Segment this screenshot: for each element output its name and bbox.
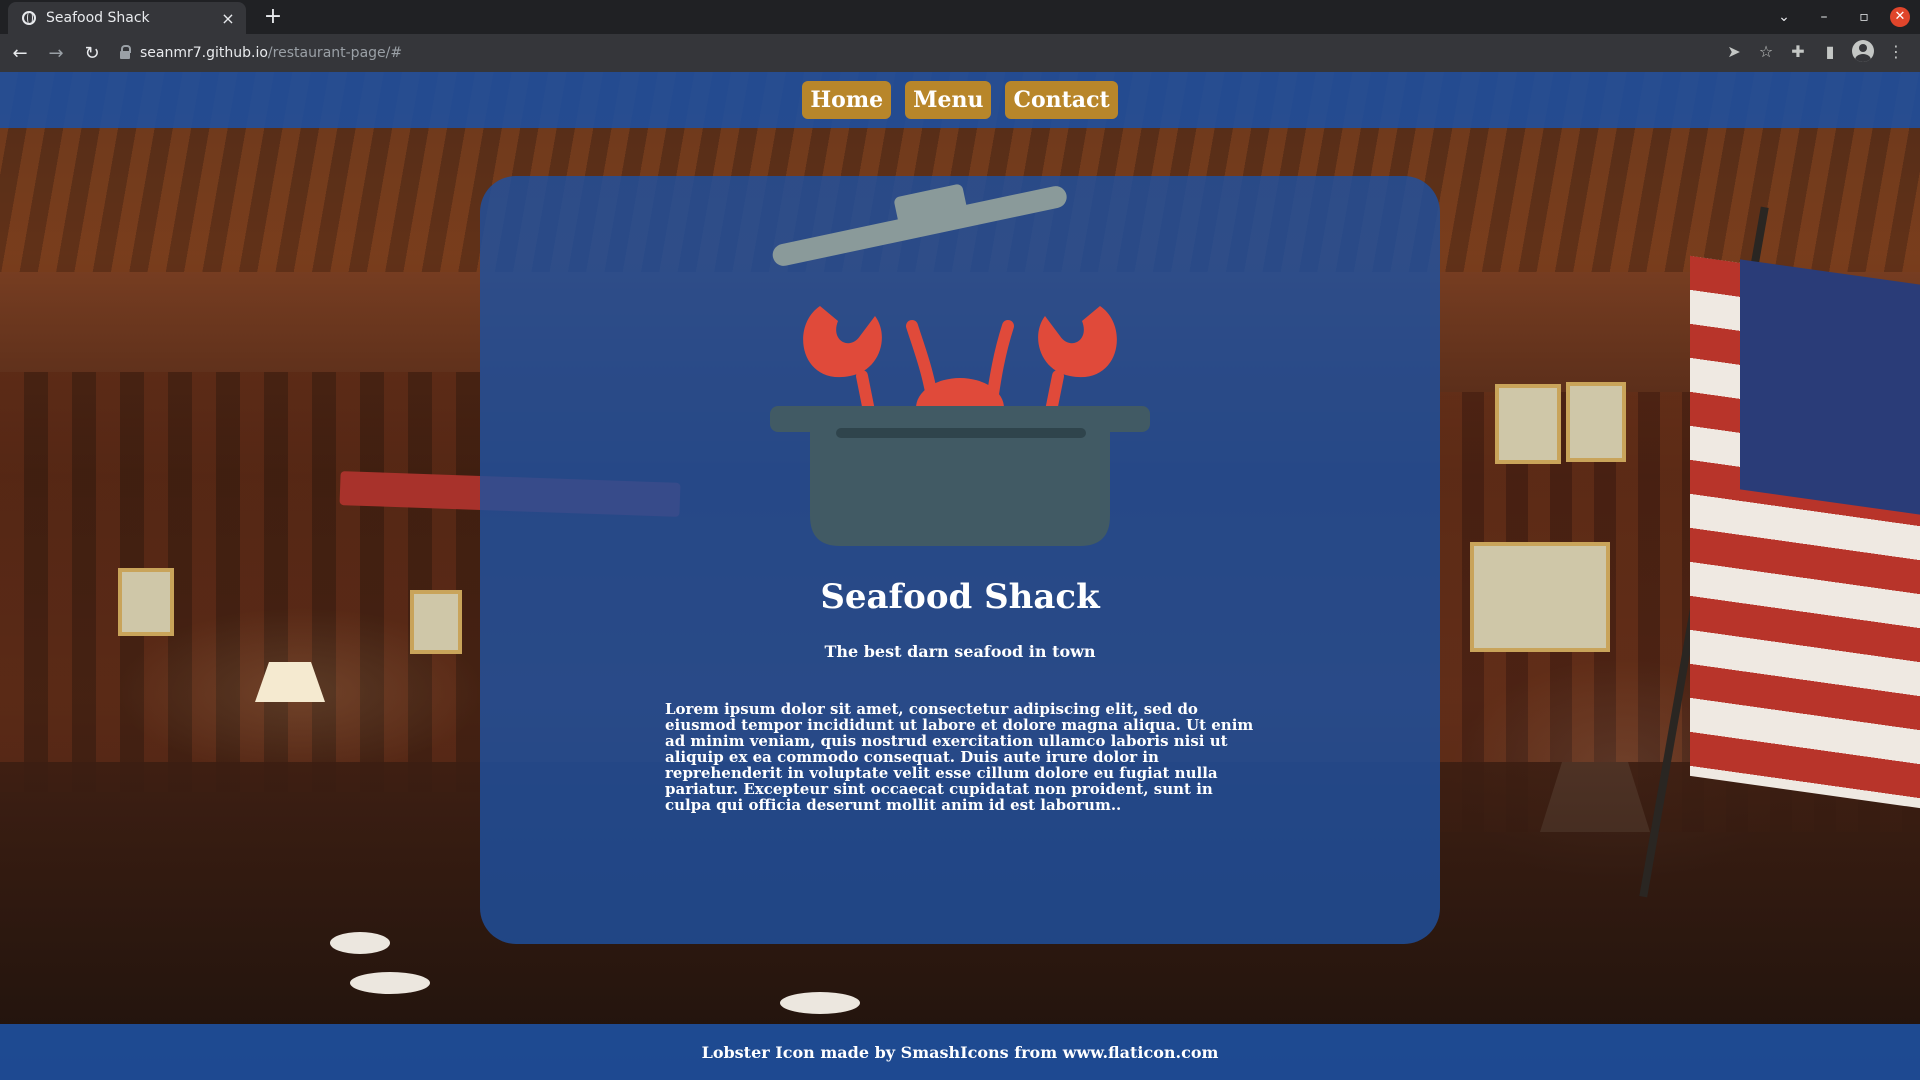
restore-button[interactable]: ▫ xyxy=(1844,9,1884,25)
background-picture-frame xyxy=(1495,384,1561,464)
browser-tab[interactable]: Seafood Shack × xyxy=(8,2,246,34)
globe-icon xyxy=(22,11,36,25)
background-picture-frame xyxy=(1470,542,1610,652)
page-title: Seafood Shack xyxy=(820,577,1100,617)
description-text: Lorem ipsum dolor sit amet, consectetur … xyxy=(665,700,1254,814)
tagline: The best darn seafood in town xyxy=(824,642,1096,661)
side-panel-icon[interactable]: ▮ xyxy=(1814,42,1846,61)
background-plate xyxy=(330,932,390,954)
tab-title: Seafood Shack xyxy=(46,10,150,26)
hero-card: Seafood Shack The best darn seafood in t… xyxy=(480,176,1440,944)
kebab-menu-icon[interactable]: ⋮ xyxy=(1880,42,1912,61)
icon-credit: Lobster Icon made by SmashIcons from www… xyxy=(701,1042,1219,1062)
nav-menu-button[interactable]: Menu xyxy=(905,81,992,119)
nav-contact-button[interactable]: Contact xyxy=(1005,81,1118,119)
send-icon[interactable]: ➤ xyxy=(1718,42,1750,61)
minimize-button[interactable]: – xyxy=(1804,9,1844,25)
tab-search-icon[interactable]: ⌄ xyxy=(1764,9,1804,25)
new-tab-button[interactable]: + xyxy=(260,4,286,30)
top-navigation: Home Menu Contact xyxy=(0,72,1920,128)
reload-button[interactable]: ↻ xyxy=(76,43,108,64)
background-plate xyxy=(350,972,430,994)
background-picture-frame xyxy=(1566,382,1626,462)
window-controls: ⌄ – ▫ ✕ xyxy=(1764,0,1920,34)
bookmark-star-icon[interactable]: ☆ xyxy=(1750,42,1782,61)
back-button[interactable]: ← xyxy=(4,43,36,64)
url-host: seanmr7.github.io xyxy=(140,45,268,61)
footer: Lobster Icon made by SmashIcons from www… xyxy=(0,1024,1920,1080)
tab-close-icon[interactable]: × xyxy=(220,9,236,28)
close-window-button[interactable]: ✕ xyxy=(1890,7,1910,27)
background-picture-frame xyxy=(118,568,174,636)
background-wall-left xyxy=(0,372,480,792)
browser-toolbar: ← → ↻ seanmr7.github.io /restaurant-page… xyxy=(0,34,1920,72)
background-picture-frame xyxy=(410,590,462,654)
background-flag-canton xyxy=(1740,259,1920,515)
extensions-puzzle-icon[interactable]: ✚ xyxy=(1782,42,1814,61)
nav-home-button[interactable]: Home xyxy=(802,81,892,119)
background-plate xyxy=(780,992,860,1014)
browser-tab-strip: Seafood Shack × + ⌄ – ▫ ✕ xyxy=(0,0,1920,34)
address-bar[interactable]: seanmr7.github.io /restaurant-page/# xyxy=(110,38,1710,68)
forward-button[interactable]: → xyxy=(40,43,72,64)
lock-icon[interactable] xyxy=(120,45,131,59)
page-viewport: Home Menu Contact Seafood Shack The best… xyxy=(0,72,1920,1080)
profile-avatar-icon[interactable] xyxy=(1852,40,1874,62)
url-path: /restaurant-page/# xyxy=(267,45,403,61)
lobster-pot-icon xyxy=(770,184,1150,546)
toolbar-actions: ➤ ☆ ✚ ▮ ⋮ xyxy=(1718,40,1912,62)
